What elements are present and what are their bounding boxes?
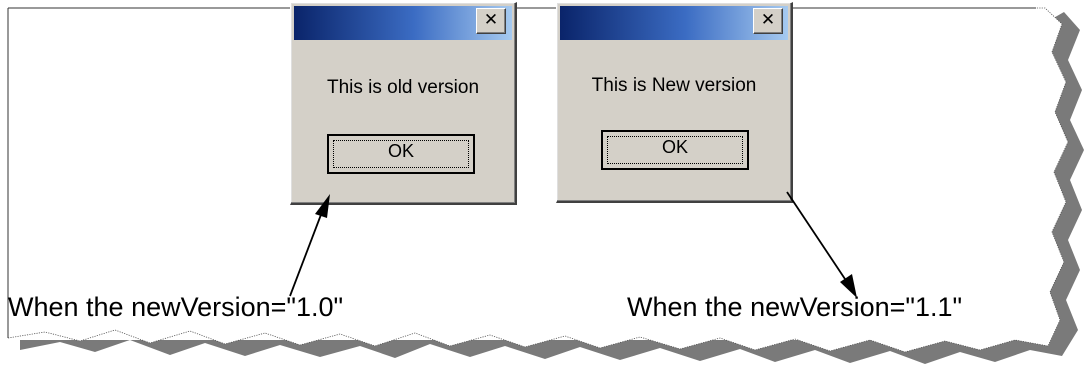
- annotation-arrows: [289, 191, 857, 298]
- arrow-right-shaft: [786, 191, 848, 283]
- caption-old-version: When the newVersion="1.0": [8, 292, 344, 322]
- arrow-left-shaft: [289, 211, 323, 297]
- arrow-left-head: [315, 194, 330, 218]
- caption-new-version: When the newVersion="1.1": [627, 292, 963, 322]
- screenshot-canvas: ✕ This is old version OK ✕ This is New v…: [0, 0, 1085, 383]
